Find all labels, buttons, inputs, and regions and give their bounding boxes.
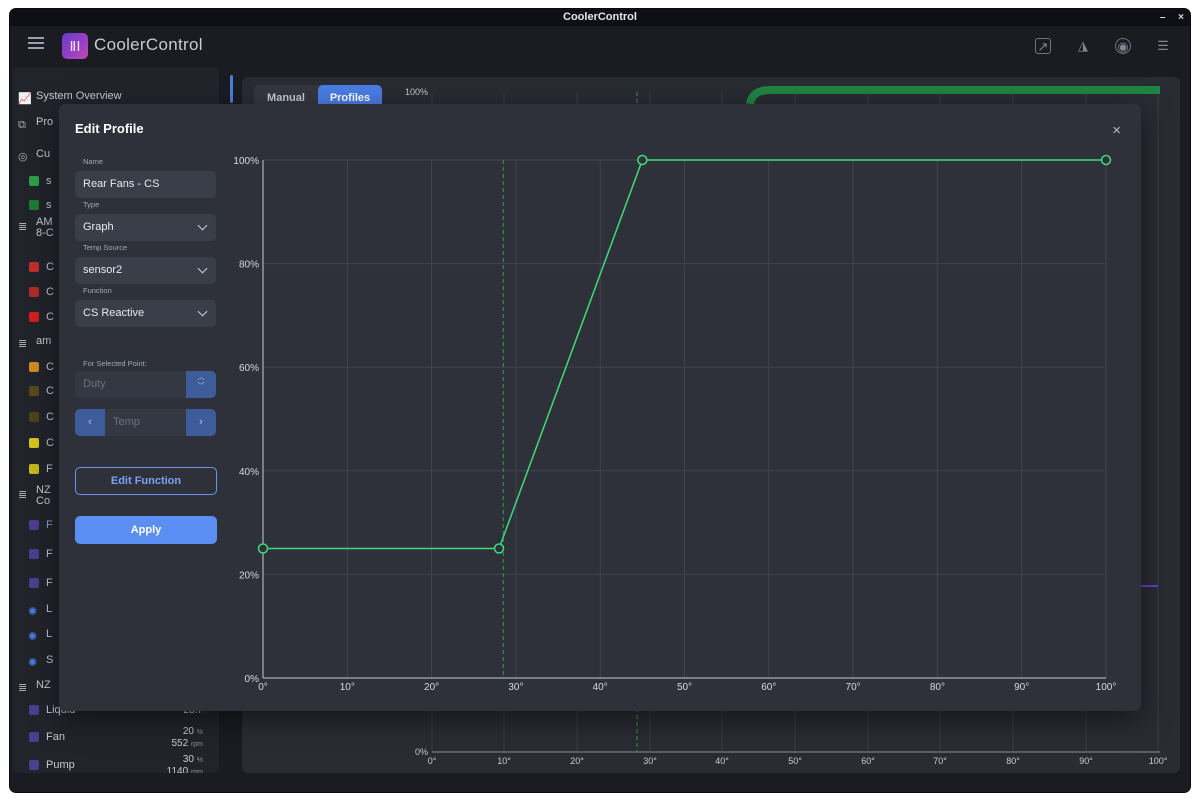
x-tick-label: 30°	[508, 682, 523, 693]
x-tick-label: 10°	[340, 682, 355, 693]
x-tick-label: 0°	[258, 682, 268, 693]
edit-profile-dialog: Edit Profile × Name Rear Fans - CS Type …	[59, 104, 1141, 711]
x-tick-label: 50°	[677, 682, 692, 693]
x-tick-label: 90°	[1014, 682, 1029, 693]
curve-point-handle[interactable]	[1100, 154, 1112, 166]
x-tick-label: 60°	[761, 682, 776, 693]
curve-point-handle[interactable]	[637, 154, 648, 166]
y-tick-label: 80%	[239, 260, 259, 271]
x-tick-label: 100°	[1096, 682, 1117, 693]
curve-point-handle[interactable]	[493, 543, 505, 554]
profile-curve-chart[interactable]: 0% 20% 40% 60% 80% 100% 0° 10° 20° 30° 40° 50° 60° 70…	[59, 104, 1141, 711]
x-tick-label: 80°	[930, 682, 945, 693]
x-tick-label: 20°	[424, 682, 439, 693]
x-tick-label: 40°	[593, 682, 608, 693]
y-tick-label: 60%	[239, 363, 259, 374]
y-tick-label: 40%	[239, 467, 259, 478]
x-tick-label: 70°	[846, 682, 861, 693]
curve-point-handle[interactable]	[257, 543, 269, 554]
y-tick-label: 100%	[233, 156, 259, 167]
y-tick-label: 20%	[239, 570, 259, 581]
y-tick-label: 0%	[245, 674, 260, 685]
